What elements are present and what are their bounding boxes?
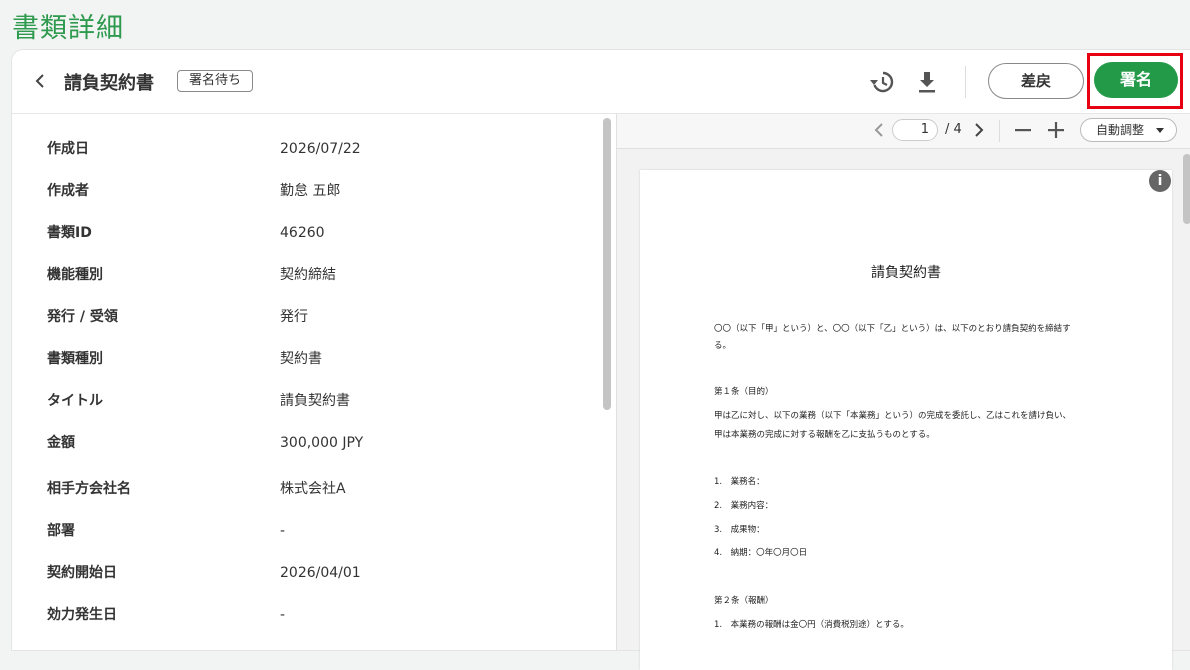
property-label: 書類ID bbox=[47, 225, 92, 241]
property-label: 契約開始日 bbox=[47, 565, 117, 581]
property-value: 2026/07/22 bbox=[280, 141, 361, 157]
return-button[interactable]: 差戻 bbox=[988, 63, 1084, 99]
pdf-text-line: る。 bbox=[714, 341, 732, 351]
property-row: 金額 300,000 JPY bbox=[12, 422, 602, 464]
pdf-text-line: 3. 成果物： bbox=[714, 525, 765, 535]
download-icon bbox=[919, 72, 935, 93]
zoom-out-button[interactable] bbox=[1014, 121, 1032, 143]
property-label: 部署 bbox=[47, 523, 75, 539]
property-value: 発行 bbox=[280, 309, 308, 325]
download-button[interactable] bbox=[913, 68, 941, 96]
property-label: 金額 bbox=[47, 435, 75, 451]
property-row: タイトル 請負契約書 bbox=[12, 380, 602, 422]
properties-scrollbar[interactable] bbox=[603, 118, 611, 410]
history-icon bbox=[870, 71, 894, 93]
property-value: 勤怠 五郎 bbox=[280, 183, 341, 199]
minus-icon bbox=[1015, 129, 1031, 132]
pdf-text-line: 〇〇（以下「甲」という）と、〇〇（以下「乙」という）は、以下のとおり請負契約を締… bbox=[714, 324, 1071, 334]
property-label: 作成日 bbox=[47, 141, 89, 157]
property-value: 2026/04/01 bbox=[280, 565, 361, 581]
document-title: 請負契約書 bbox=[64, 73, 154, 94]
property-row: 作成者 勤怠 五郎 bbox=[12, 170, 602, 212]
property-label: タイトル bbox=[47, 393, 103, 409]
property-label: 作成者 bbox=[47, 183, 89, 199]
property-row: 機能種別 契約締結 bbox=[12, 254, 602, 296]
pdf-page: 請負契約書 〇〇（以下「甲」という）と、〇〇（以下「乙」という）は、以下のとおり… bbox=[640, 170, 1172, 670]
card-header: 請負契約書 署名待ち 差戻 署名 bbox=[12, 50, 1190, 114]
info-icon[interactable]: i bbox=[1149, 170, 1171, 192]
property-row: 書類ID 46260 bbox=[12, 212, 602, 254]
property-value: 300,000 JPY bbox=[280, 435, 364, 451]
property-row: 契約開始日 2026/04/01 bbox=[12, 552, 602, 594]
property-value: 契約書 bbox=[280, 351, 322, 367]
pdf-document-title: 請負契約書 bbox=[871, 265, 941, 281]
zoom-select[interactable]: 自動調整 bbox=[1080, 118, 1177, 142]
pdf-text-line: 1. 業務名： bbox=[714, 477, 765, 487]
pdf-text-line: 甲は乙に対し、以下の業務（以下「本業務」という）の完成を委託し、乙はこれを請け負… bbox=[714, 411, 1072, 421]
property-value: 株式会社A bbox=[280, 481, 346, 497]
property-value: 請負契約書 bbox=[280, 393, 350, 409]
plus-icon bbox=[1048, 122, 1064, 138]
chevron-right-icon bbox=[975, 123, 984, 137]
sign-button[interactable]: 署名 bbox=[1094, 62, 1178, 98]
property-label: 発行 / 受領 bbox=[47, 309, 118, 325]
property-value: 46260 bbox=[280, 225, 325, 241]
property-label: 書類種別 bbox=[47, 351, 103, 367]
property-row: 効力発生日 - bbox=[12, 594, 602, 636]
pdf-text-line: 2. 業務内容： bbox=[714, 501, 774, 511]
next-page-button[interactable] bbox=[972, 121, 986, 143]
page-number-input[interactable]: 1 bbox=[892, 119, 938, 141]
property-row: 相手方会社名 株式会社A bbox=[12, 468, 602, 510]
property-row: 作成日 2026/07/22 bbox=[12, 128, 602, 170]
zoom-select-value: 自動調整 bbox=[1096, 123, 1145, 137]
property-label: 効力発生日 bbox=[47, 607, 117, 623]
caret-down-icon bbox=[1156, 128, 1164, 133]
page-title: 書類詳細 bbox=[12, 13, 124, 44]
header-divider bbox=[965, 66, 966, 98]
property-value: - bbox=[280, 607, 286, 623]
pdf-text-line: 甲は本業務の完成に対する報酬を乙に支払うものとする。 bbox=[714, 430, 935, 440]
property-row: 部署 - bbox=[12, 510, 602, 552]
property-label: 機能種別 bbox=[47, 267, 103, 283]
viewer-scrollbar[interactable] bbox=[1183, 154, 1190, 224]
property-value: - bbox=[280, 523, 286, 539]
pdf-text-line: 1. 本業務の報酬は金〇円（消費税別途）とする。 bbox=[714, 620, 909, 630]
pdf-text-line: 4. 納期：〇年〇月〇日 bbox=[714, 548, 808, 558]
back-button[interactable] bbox=[30, 70, 50, 92]
property-label: 相手方会社名 bbox=[47, 481, 131, 497]
history-button[interactable] bbox=[868, 68, 896, 96]
page-total: / 4 bbox=[945, 122, 962, 137]
properties-panel: 作成日 2026/07/22 作成者 勤怠 五郎 書類ID 46260 機能種別… bbox=[12, 114, 612, 650]
pdf-viewer: 1 / 4 自動調整 請負契約書 〇〇（以下「甲」という）と、〇〇（以下「乙」と… bbox=[616, 114, 1190, 670]
prev-page-button[interactable] bbox=[872, 121, 886, 143]
pdf-text-line: 第１条（目的） bbox=[714, 387, 774, 397]
chevron-left-icon bbox=[35, 74, 44, 88]
property-row: 発行 / 受領 発行 bbox=[12, 296, 602, 338]
pdf-text-line: 第２条（報酬） bbox=[714, 596, 774, 606]
property-value: 契約締結 bbox=[280, 267, 336, 283]
viewer-toolbar: 1 / 4 自動調整 bbox=[617, 114, 1190, 149]
toolbar-divider bbox=[999, 120, 1000, 142]
chevron-left-icon bbox=[874, 123, 883, 137]
zoom-in-button[interactable] bbox=[1047, 121, 1065, 143]
property-row: 書類種別 契約書 bbox=[12, 338, 602, 380]
document-detail-card: 請負契約書 署名待ち 差戻 署名 作成日 2026/07/22 作成者 勤怠 五… bbox=[11, 49, 1190, 670]
status-badge: 署名待ち bbox=[177, 70, 254, 92]
